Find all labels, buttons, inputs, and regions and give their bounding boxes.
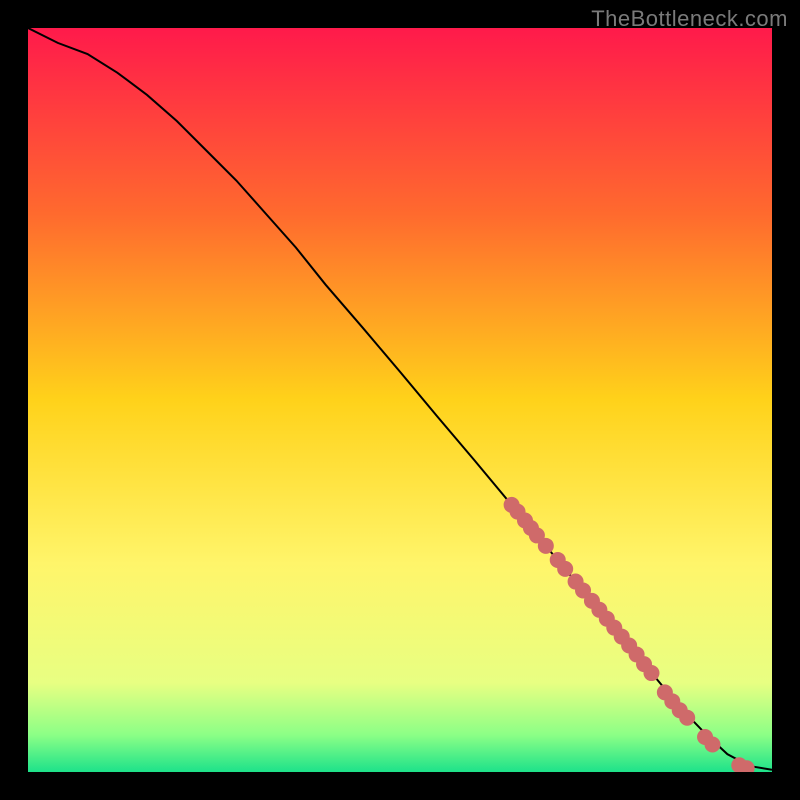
gradient-background: [28, 28, 772, 772]
data-point: [643, 665, 659, 681]
data-point: [538, 538, 554, 554]
chart-plot-area: [28, 28, 772, 772]
data-point: [704, 736, 720, 752]
chart-frame: TheBottleneck.com: [0, 0, 800, 800]
data-point: [679, 710, 695, 726]
chart-svg: [28, 28, 772, 772]
data-point: [557, 561, 573, 577]
